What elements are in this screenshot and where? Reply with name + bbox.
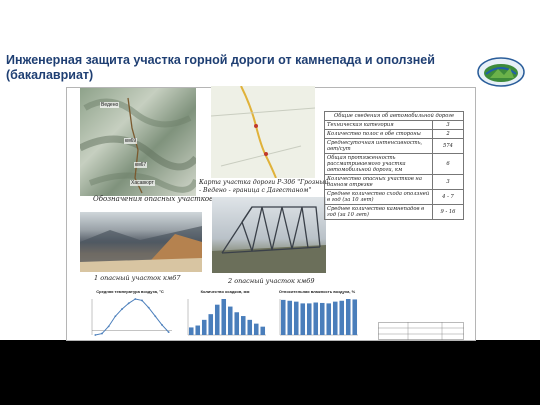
bar <box>247 319 253 335</box>
data-point <box>101 332 103 335</box>
humidity-chart: Относительная влажность воздуха, % <box>272 289 362 341</box>
humidity-chart-plot <box>279 299 358 336</box>
bar <box>208 314 214 335</box>
precipitation-chart: Количество осадков, мм <box>180 289 270 341</box>
map-label-khasavyurt: Хасавюрт <box>130 180 155 186</box>
data-point <box>161 324 163 326</box>
slide-title: Инженерная защита участка горной дороги … <box>6 53 435 82</box>
data-point <box>141 299 143 302</box>
data-point <box>147 306 150 309</box>
bar <box>352 299 358 335</box>
hazard-photo-km69 <box>212 197 326 273</box>
hazard-photo-km67 <box>80 212 202 272</box>
data-point <box>114 315 117 318</box>
table-row: Общая протяженность рассматриваемого уча… <box>324 153 464 175</box>
bar <box>227 306 233 335</box>
bar <box>260 326 266 335</box>
university-logo <box>477 57 525 87</box>
photo1-caption: 1 опасный участок км67 <box>94 274 181 282</box>
table-row: Среднее количество камнепадов в год (за … <box>324 204 464 220</box>
bar <box>280 299 286 335</box>
slide: Инженерная защита участка горной дороги … <box>0 0 540 341</box>
road-info-table: Общие сведения об автомобильной дороге Т… <box>324 111 464 220</box>
temperature-chart: Средняя температура воздуха, °С <box>84 289 176 341</box>
bar <box>306 303 312 335</box>
table-row: Среднее количество схода оползней в год … <box>324 189 464 205</box>
data-point <box>94 334 97 336</box>
data-point <box>167 331 170 334</box>
precipitation-chart-title: Количество осадков, мм <box>200 289 250 294</box>
bar <box>253 323 259 335</box>
title-block-stamp <box>378 322 464 340</box>
bar <box>214 304 220 335</box>
bar <box>300 303 306 335</box>
bar <box>201 319 207 335</box>
table-row: Техническая категория 3 <box>324 120 464 130</box>
precipitation-chart-plot <box>187 299 266 336</box>
bar <box>345 299 351 335</box>
bar <box>326 303 332 335</box>
photo2-caption: 2 опасный участок км69 <box>228 277 315 285</box>
bar <box>339 300 345 335</box>
bar <box>195 325 201 335</box>
bar <box>287 300 293 335</box>
bar <box>234 312 240 335</box>
route-map-caption: Карта участка дороги Р-306 "Грозный - Ве… <box>199 179 329 194</box>
data-point <box>154 315 157 318</box>
map-label-km69: км69 <box>124 138 138 144</box>
data-point <box>134 298 137 300</box>
data-point <box>107 325 110 328</box>
bar <box>319 302 325 335</box>
table-row: Среднесуточная интенсивность, авт/сут 574 <box>324 138 464 154</box>
map-label-vedeno: Ведено <box>100 102 120 108</box>
bar <box>332 301 338 335</box>
humidity-chart-title: Относительная влажность воздуха, % <box>278 289 356 294</box>
bar <box>221 299 227 335</box>
series-line <box>95 298 170 336</box>
data-point <box>121 308 123 310</box>
hazard-map: Ведено км69 км67 Хасавюрт <box>80 88 196 196</box>
map-caption: Обозначения опасных участков <box>93 195 214 203</box>
table-row: Количество опасных участков на данном от… <box>324 174 464 190</box>
data-point <box>127 302 130 305</box>
map-label-km67: км67 <box>134 162 148 168</box>
route-map <box>211 86 315 178</box>
temperature-chart-title: Средняя температура воздуха, °С <box>96 289 164 294</box>
table-row: Количество полос в обе стороны 2 <box>324 129 464 139</box>
table-header: Общие сведения об автомобильной дороге <box>324 111 464 121</box>
bar <box>240 316 246 335</box>
bar <box>188 327 194 335</box>
bar <box>293 301 299 335</box>
temperature-chart-plot <box>91 298 172 336</box>
bar <box>313 302 319 335</box>
